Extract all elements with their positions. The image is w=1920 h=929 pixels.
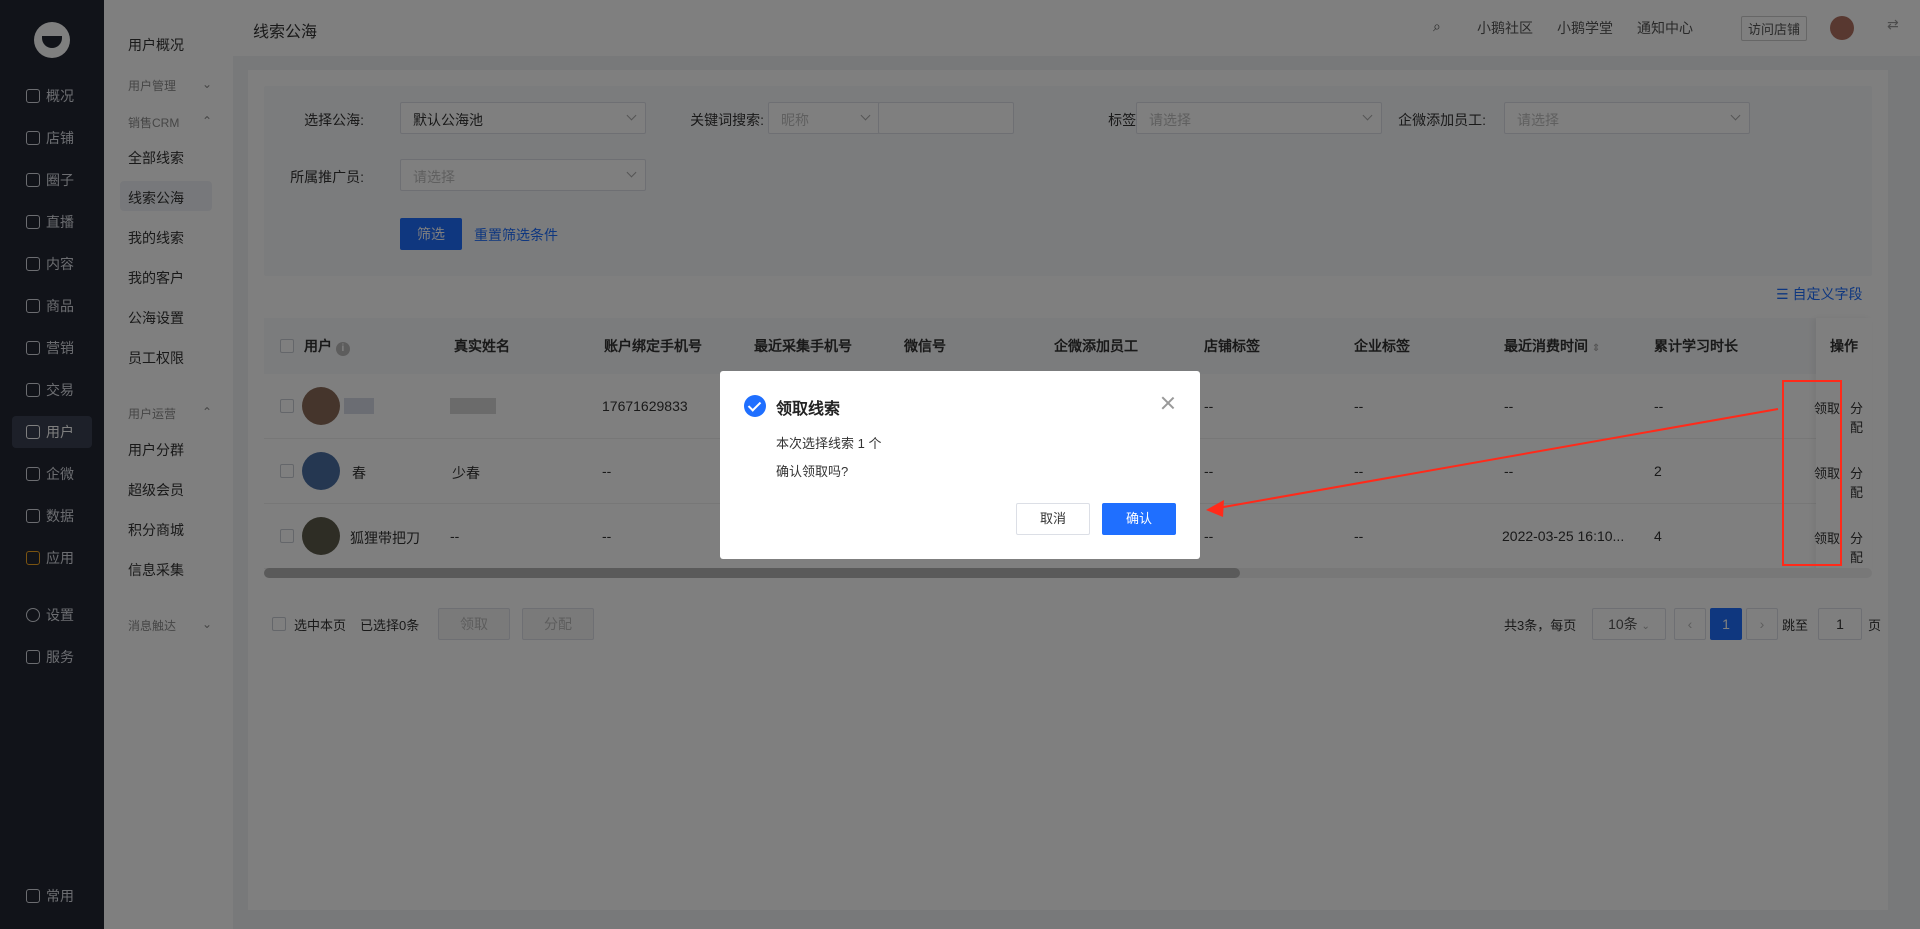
check-circle-icon — [744, 395, 766, 417]
close-icon[interactable] — [1160, 395, 1176, 411]
claim-lead-dialog: 领取线索 本次选择线索 1 个 确认领取吗? 取消 确认 — [720, 371, 1200, 559]
cancel-button[interactable]: 取消 — [1016, 503, 1090, 535]
dialog-title: 领取线索 — [776, 401, 841, 418]
annotation-highlight-box — [1782, 380, 1842, 566]
confirm-button[interactable]: 确认 — [1102, 503, 1176, 535]
dialog-selected-count: 本次选择线索 1 个 — [776, 436, 882, 451]
dialog-confirm-question: 确认领取吗? — [776, 464, 849, 479]
